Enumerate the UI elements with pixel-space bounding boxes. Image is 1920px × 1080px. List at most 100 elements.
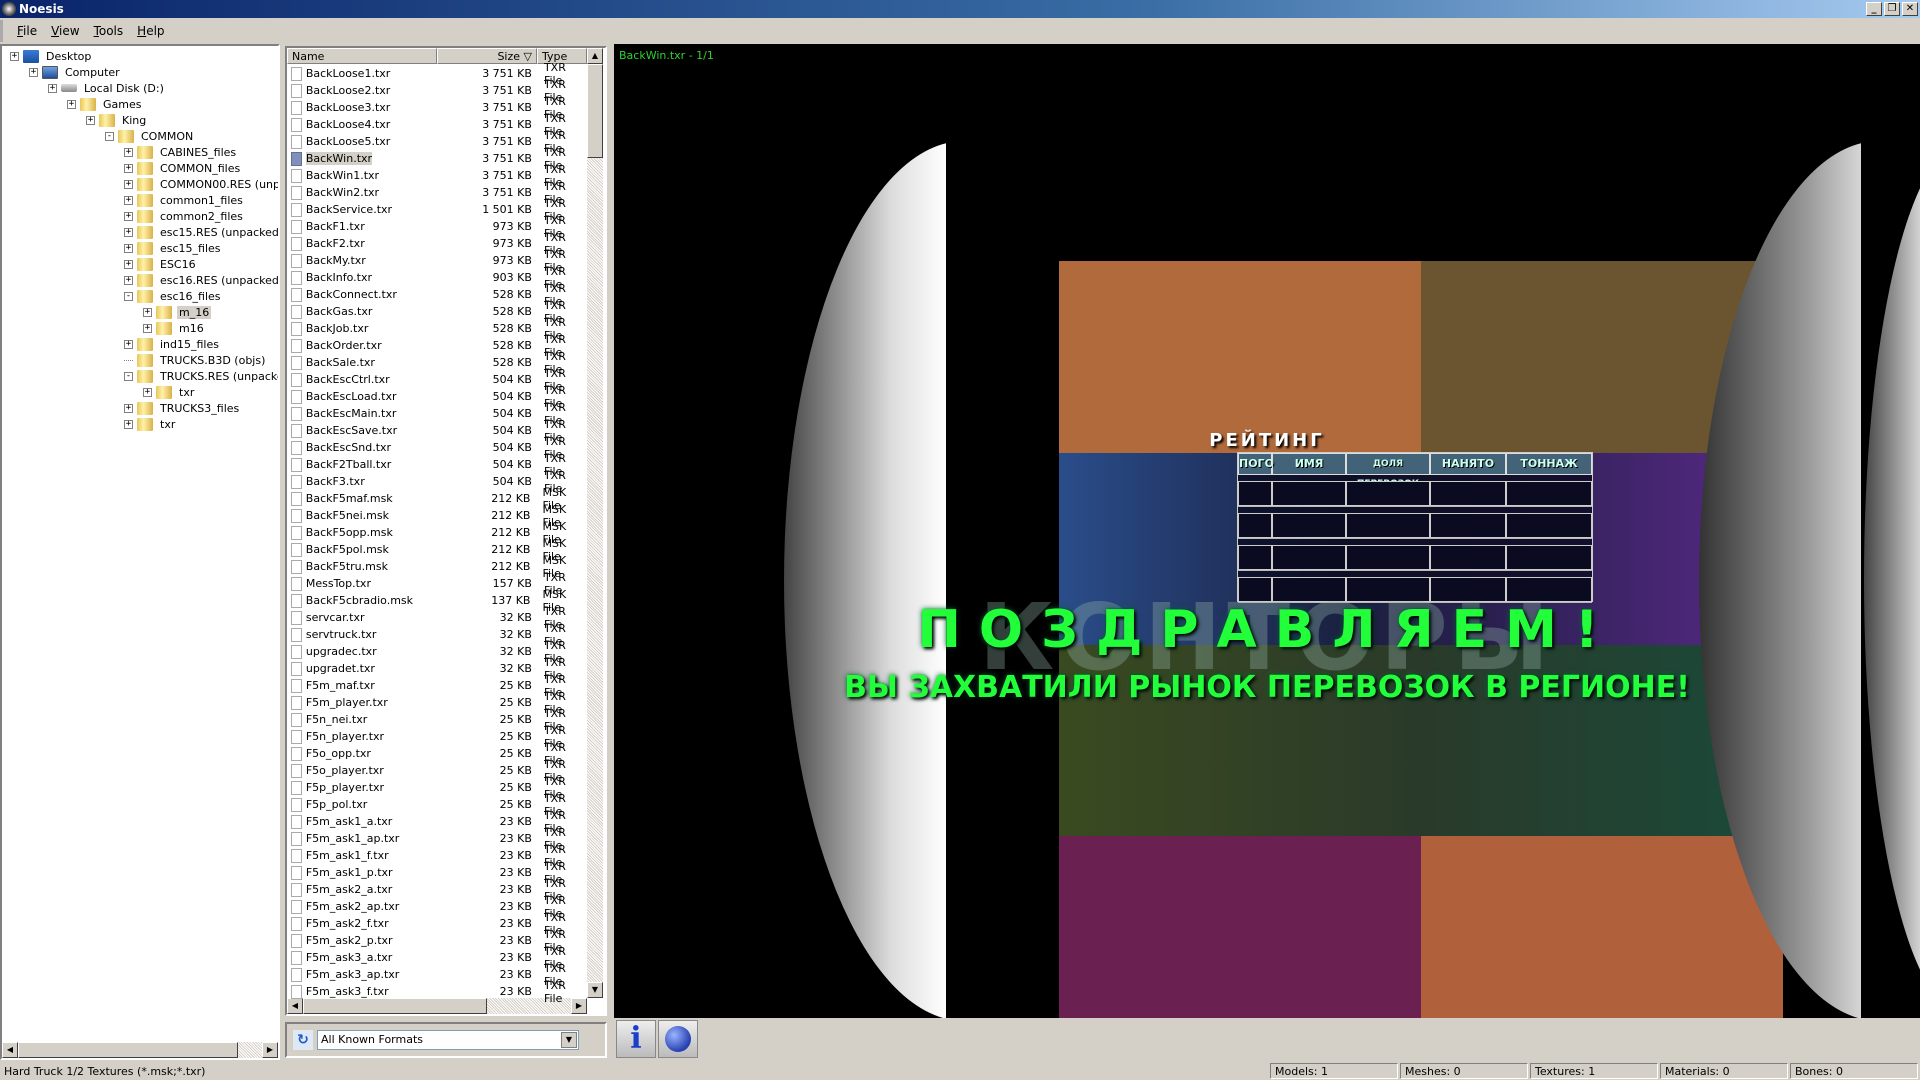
file-row[interactable]: F5p_pol.txr 25 KB TXR File [287, 792, 587, 818]
expand-icon[interactable]: + [124, 259, 133, 269]
file-row[interactable]: BackOrder.txr 528 KB TXR File [287, 333, 587, 359]
chevron-down-icon[interactable]: ▼ [561, 1032, 577, 1048]
tree-item[interactable]: + m_16 [143, 304, 212, 320]
tree-item[interactable]: + esc15_files [124, 240, 223, 256]
scroll-up-button[interactable]: ▲ [587, 48, 603, 64]
file-list-horizontal-scrollbar[interactable]: ◀ ▶ [287, 998, 587, 1014]
file-row[interactable]: BackLoose1.txr 3 751 KB TXR File [287, 61, 587, 87]
file-row[interactable]: F5m_ask2_ap.txr 23 KB TXR File [287, 894, 587, 920]
tree-item[interactable]: + ind15_files [124, 336, 221, 352]
expand-icon[interactable]: + [48, 83, 57, 93]
collapse-icon[interactable]: - [124, 371, 133, 381]
expand-icon[interactable]: + [124, 163, 133, 173]
expand-icon[interactable]: + [124, 147, 133, 157]
expand-icon[interactable]: + [124, 339, 133, 349]
tree-item[interactable]: + TRUCKS3_files [124, 400, 241, 416]
refresh-icon[interactable]: ↻ [293, 1030, 313, 1050]
tree-item[interactable]: + COMMON00.RES (unpacked) [124, 176, 278, 192]
menu-tools[interactable]: Tools [94, 24, 124, 38]
file-list[interactable]: Name Size ▽ Type ▲ ▼ ◀ ▶ BackLoose1.txr 3… [285, 46, 607, 1016]
file-row[interactable]: BackF5cbradio.msk 137 KB MSK File [287, 588, 587, 614]
file-row[interactable]: BackConnect.txr 528 KB TXR File [287, 282, 587, 308]
file-row[interactable]: BackLoose3.txr 3 751 KB TXR File [287, 95, 587, 121]
expand-icon[interactable]: + [124, 227, 133, 237]
menu-file[interactable]: File [17, 24, 37, 38]
file-row[interactable]: F5m_ask1_ap.txr 23 KB TXR File [287, 826, 587, 852]
scroll-thumb[interactable] [303, 998, 487, 1014]
tree-item[interactable]: - esc16_files [124, 288, 223, 304]
tree-item[interactable]: + common2_files [124, 208, 245, 224]
file-row[interactable]: BackF2.txr 973 KB TXR File [287, 231, 587, 257]
scroll-thumb[interactable] [587, 64, 603, 158]
file-row[interactable]: BackLoose5.txr 3 751 KB TXR File [287, 129, 587, 155]
file-row[interactable]: BackEscLoad.txr 504 KB TXR File [287, 384, 587, 410]
expand-icon[interactable]: + [86, 115, 95, 125]
file-row[interactable]: BackInfo.txr 903 KB TXR File [287, 265, 587, 291]
format-filter-select[interactable]: All Known Formats ▼ [317, 1030, 579, 1050]
file-row[interactable]: F5m_ask2_p.txr 23 KB TXR File [287, 928, 587, 954]
file-row[interactable]: F5n_nei.txr 25 KB TXR File [287, 707, 587, 733]
file-row[interactable]: BackLoose4.txr 3 751 KB TXR File [287, 112, 587, 138]
restore-button[interactable]: ❐ [1884, 2, 1900, 16]
rotate-model-button[interactable] [658, 1020, 698, 1058]
expand-icon[interactable]: + [124, 403, 133, 413]
file-row[interactable]: F5m_ask1_p.txr 23 KB TXR File [287, 860, 587, 886]
file-row[interactable]: BackEscSnd.txr 504 KB TXR File [287, 435, 587, 461]
tree-item[interactable]: - COMMON [105, 128, 195, 144]
expand-icon[interactable]: + [143, 387, 152, 397]
file-row[interactable]: F5o_opp.txr 25 KB TXR File [287, 741, 587, 767]
tree-horizontal-scrollbar[interactable]: ◀ ▶ [2, 1042, 278, 1058]
file-row[interactable]: BackMy.txr 973 KB TXR File [287, 248, 587, 274]
file-row[interactable]: F5m_ask3_a.txr 23 KB TXR File [287, 945, 587, 971]
file-row[interactable]: BackJob.txr 528 KB TXR File [287, 316, 587, 342]
info-button[interactable]: i [616, 1020, 656, 1058]
tree-item[interactable]: + Desktop [10, 48, 93, 64]
expand-icon[interactable]: + [143, 307, 152, 317]
scroll-right-button[interactable]: ▶ [262, 1042, 278, 1058]
tree-item[interactable]: + common1_files [124, 192, 245, 208]
expand-icon[interactable]: + [67, 99, 76, 109]
file-row[interactable]: BackSale.txr 528 KB TXR File [287, 350, 587, 376]
expand-icon[interactable]: + [124, 243, 133, 253]
file-row[interactable]: servcar.txr 32 KB TXR File [287, 605, 587, 631]
tree-item[interactable]: TRUCKS.B3D (objs) [124, 352, 267, 368]
file-row[interactable]: F5m_ask3_ap.txr 23 KB TXR File [287, 962, 587, 988]
tree-item[interactable]: + esc16.RES (unpacked) [124, 272, 278, 288]
tree-item[interactable]: + txr [124, 416, 177, 432]
file-row[interactable]: BackWin1.txr 3 751 KB TXR File [287, 163, 587, 189]
tree-item[interactable]: + Computer [29, 64, 122, 80]
expand-icon[interactable]: + [10, 51, 19, 61]
file-row[interactable]: F5m_ask2_a.txr 23 KB TXR File [287, 877, 587, 903]
tree-item[interactable]: + Games [67, 96, 143, 112]
file-row[interactable]: BackEscCtrl.txr 504 KB TXR File [287, 367, 587, 393]
file-row[interactable]: F5m_player.txr 25 KB TXR File [287, 690, 587, 716]
tree-item[interactable]: + m16 [143, 320, 206, 336]
file-row[interactable]: upgradec.txr 32 KB TXR File [287, 639, 587, 665]
file-row[interactable]: F5m_ask3_f.txr 23 KB TXR File [287, 979, 587, 1005]
expand-icon[interactable]: + [29, 67, 38, 77]
file-row[interactable]: BackEscMain.txr 504 KB TXR File [287, 401, 587, 427]
column-size[interactable]: Size ▽ [437, 48, 537, 64]
expand-icon[interactable]: + [143, 323, 152, 333]
file-row[interactable]: F5m_ask2_f.txr 23 KB TXR File [287, 911, 587, 937]
file-row[interactable]: F5p_player.txr 25 KB TXR File [287, 775, 587, 801]
tree-item[interactable]: - TRUCKS.RES (unpacked) [124, 368, 278, 384]
file-row[interactable]: F5m_ask1_a.txr 23 KB TXR File [287, 809, 587, 835]
file-row[interactable]: F5n_player.txr 25 KB TXR File [287, 724, 587, 750]
scroll-left-button[interactable]: ◀ [2, 1042, 18, 1058]
file-row[interactable]: BackService.txr 1 501 KB TXR File [287, 197, 587, 223]
collapse-icon[interactable]: - [124, 291, 133, 301]
menu-help[interactable]: Help [137, 24, 164, 38]
file-row[interactable]: servtruck.txr 32 KB TXR File [287, 622, 587, 648]
expand-icon[interactable]: + [124, 195, 133, 205]
file-row[interactable]: BackF1.txr 973 KB TXR File [287, 214, 587, 240]
expand-icon[interactable]: + [124, 179, 133, 189]
texture-preview[interactable]: РЕЙТИНГ ПОГО ИМЯ ДОЛЯ ПЕРЕВОЗОК НАНЯТО Т… [614, 44, 1920, 1018]
expand-icon[interactable]: + [124, 275, 133, 285]
tree-item[interactable]: + COMMON_files [124, 160, 242, 176]
file-row[interactable]: BackGas.txr 528 KB TXR File [287, 299, 587, 325]
folder-tree[interactable]: ◀ ▶ + Desktop + Computer + Local Disk (D:) + Ga… [0, 44, 280, 1060]
tree-item[interactable]: + esc15.RES (unpacked) [124, 224, 278, 240]
file-row[interactable]: BackWin.txr 3 751 KB TXR File [287, 146, 587, 172]
expand-icon[interactable]: + [124, 211, 133, 221]
